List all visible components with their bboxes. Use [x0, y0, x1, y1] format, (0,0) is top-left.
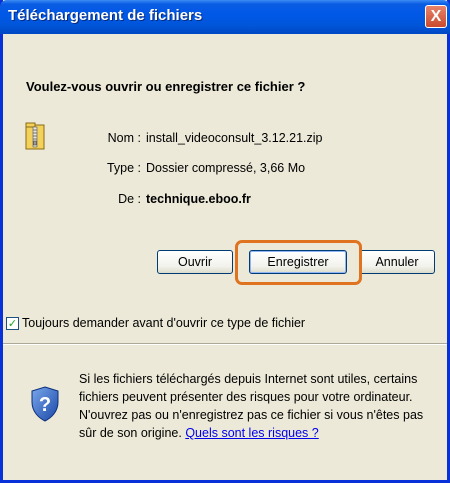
warning-message: Si les fichiers téléchargés depuis Inter… [79, 370, 441, 442]
always-ask-checkbox[interactable]: ✓ [6, 316, 19, 330]
download-dialog: Téléchargement de fichiers X Voulez-vous… [0, 0, 450, 483]
shield-question-icon: ? [31, 386, 59, 422]
always-ask-label[interactable]: Toujours demander avant d'ouvrir ce type… [22, 316, 305, 330]
dialog-question: Voulez-vous ouvrir ou enregistrer ce fic… [26, 79, 306, 94]
zip-folder-icon [25, 122, 45, 150]
file-source-label: De : [118, 192, 141, 206]
file-type-label: Type : [106, 161, 141, 175]
svg-text:?: ? [39, 394, 51, 416]
risks-link[interactable]: Quels sont les risques ? [185, 426, 318, 440]
cancel-button[interactable]: Annuler [359, 250, 435, 274]
file-name-label: Nom : [107, 131, 141, 145]
save-button-highlight [235, 240, 362, 285]
divider [3, 343, 447, 345]
window-title: Téléchargement de fichiers [8, 7, 203, 24]
open-button[interactable]: Ouvrir [157, 250, 233, 274]
file-type-value: Dossier compressé, 3,66 Mo [146, 161, 306, 175]
close-icon: X [430, 7, 442, 25]
close-button[interactable]: X [425, 5, 447, 28]
file-source-value: technique.eboo.fr [146, 192, 251, 206]
file-name-value: install_videoconsult_3.12.21.zip [146, 131, 323, 145]
always-ask-row: ✓ Toujours demander avant d'ouvrir ce ty… [6, 316, 305, 330]
title-bar[interactable]: Téléchargement de fichiers X [0, 0, 450, 34]
